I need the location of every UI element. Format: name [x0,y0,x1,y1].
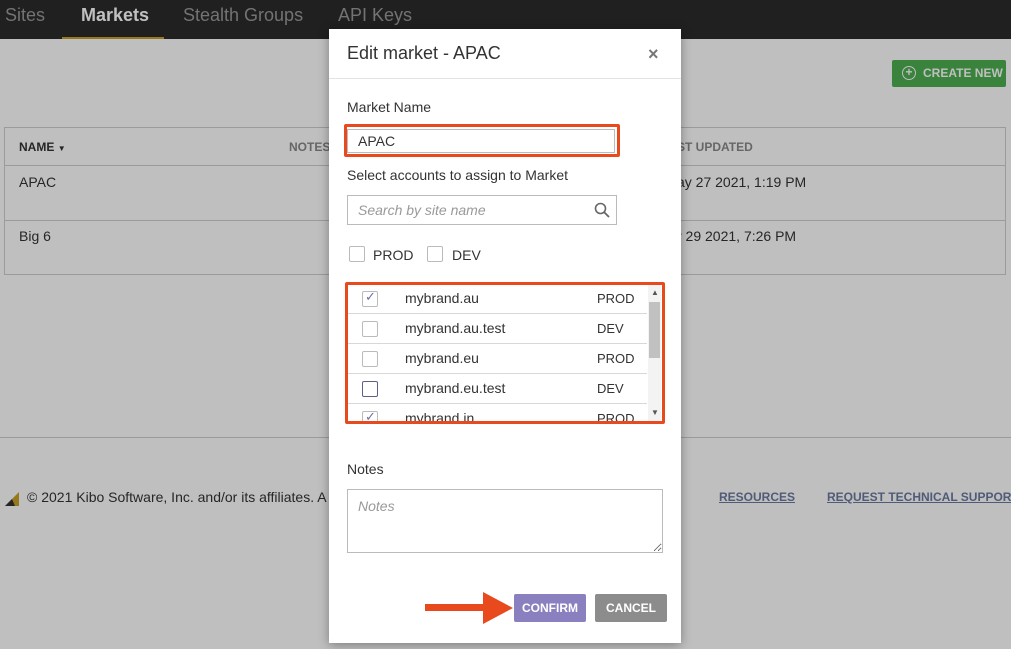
notes-label: Notes [347,461,384,477]
prod-filter-checkbox[interactable] [349,246,365,262]
site-search-input[interactable] [348,196,588,224]
market-name-input[interactable] [347,129,615,153]
dialog-title: Edit market - APAC [347,43,501,63]
highlight-box [345,282,665,424]
accounts-label: Select accounts to assign to Market [347,167,568,183]
market-name-label: Market Name [347,99,432,115]
prod-filter-label: PROD [373,247,414,263]
search-icon[interactable] [594,202,610,218]
close-icon[interactable]: × [648,44,659,65]
edit-market-dialog: Edit market - APAC × Market Name Select … [329,29,681,643]
confirm-button[interactable]: CONFIRM [514,594,586,622]
notes-textarea[interactable] [347,489,663,553]
dialog-header: Edit market - APAC × [329,29,681,79]
cancel-button[interactable]: CANCEL [595,594,667,622]
dev-filter-label: DEV [452,247,481,263]
dev-filter-checkbox[interactable] [427,246,443,262]
site-search [347,195,617,225]
arrow-annotation-icon [425,592,513,624]
